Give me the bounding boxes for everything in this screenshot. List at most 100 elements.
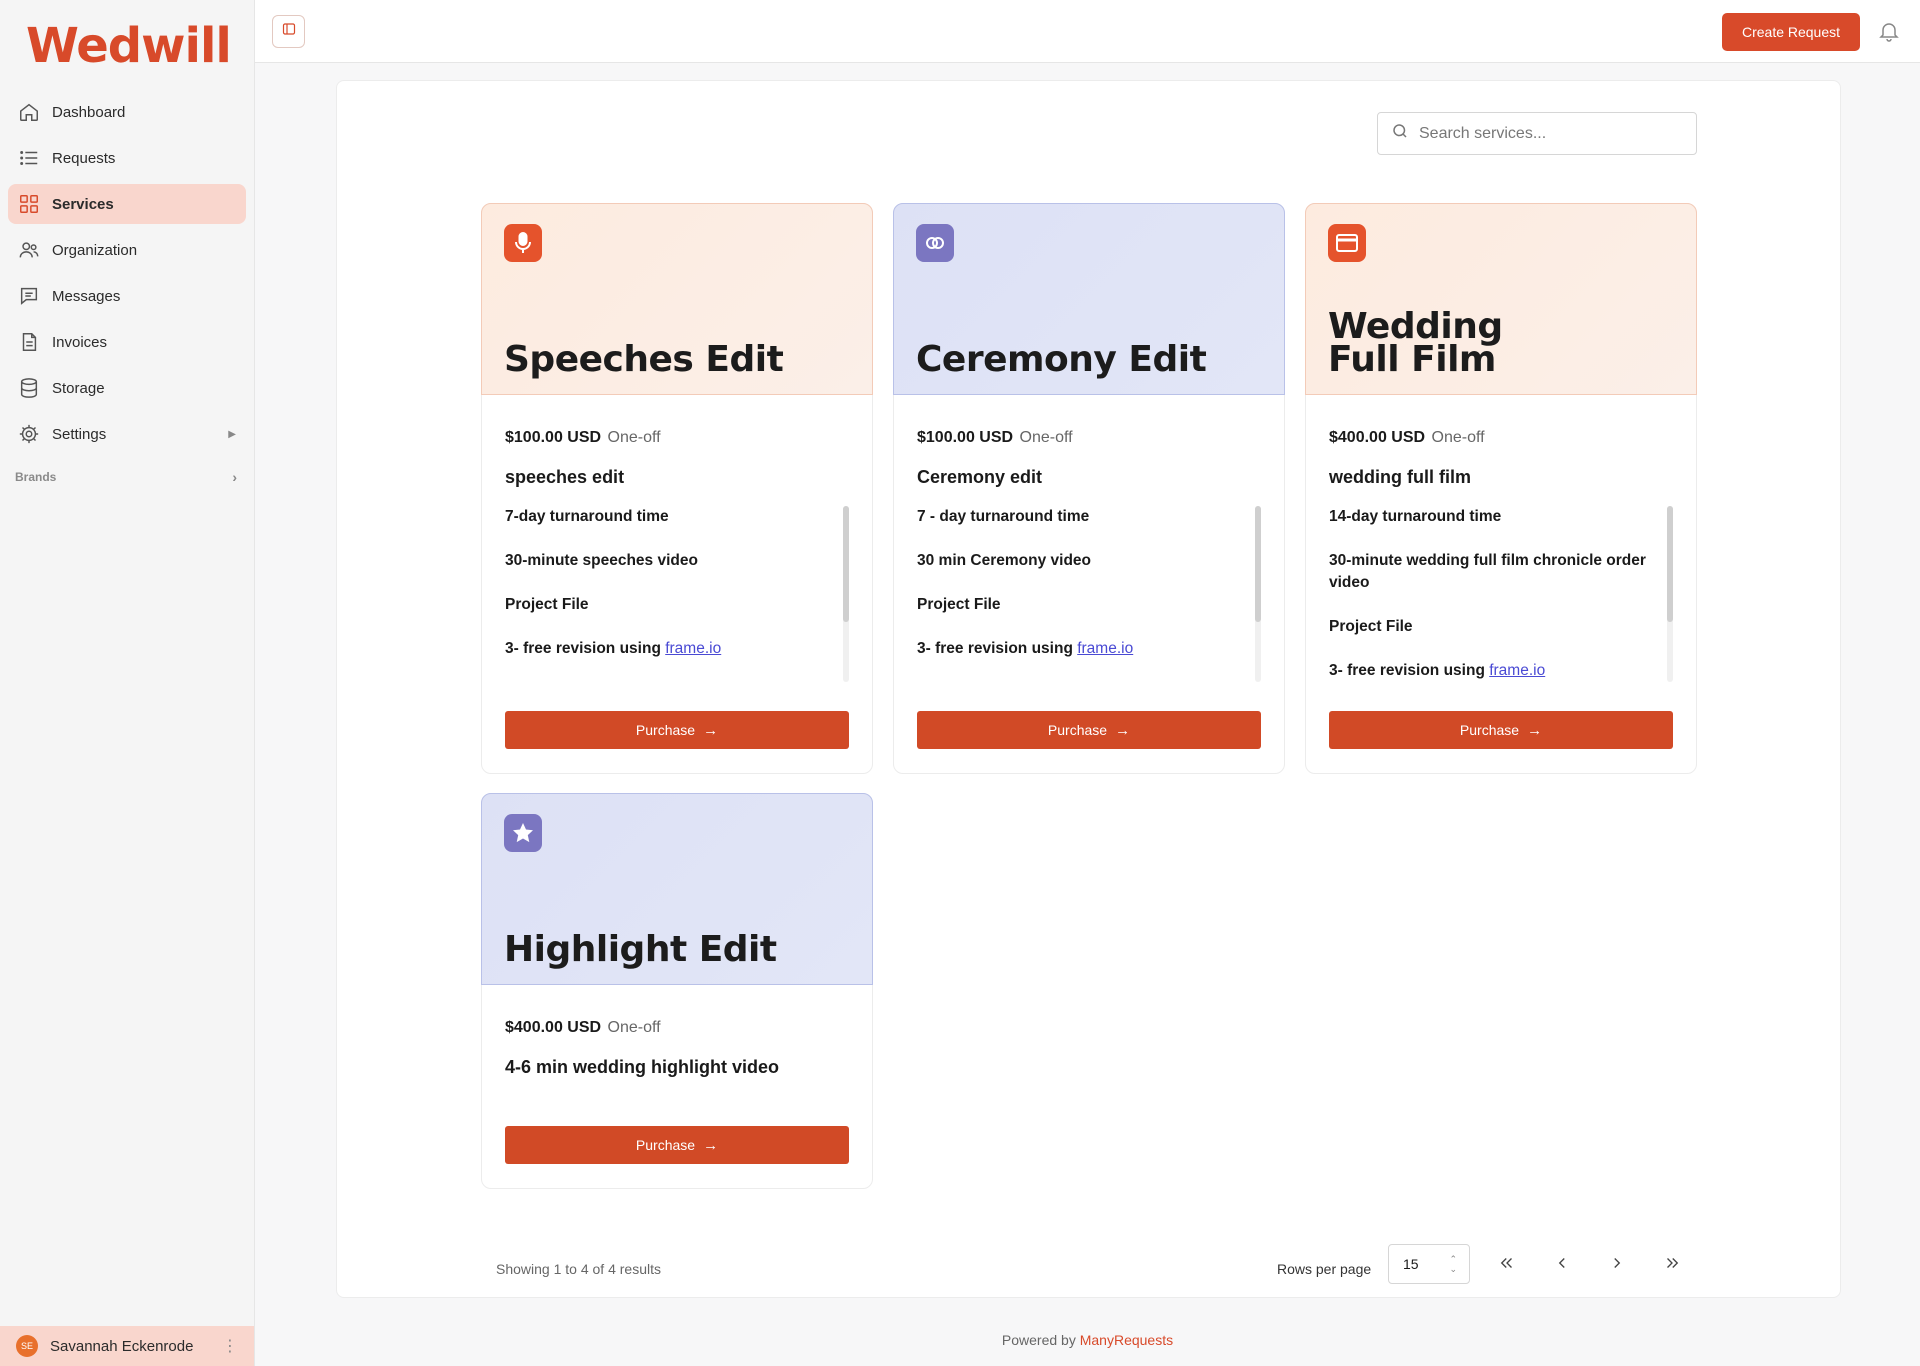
search-box[interactable] xyxy=(1377,112,1697,155)
service-name: speeches edit xyxy=(505,467,625,487)
card-title: Highlight Edit xyxy=(504,929,777,970)
card-body: $400.00 USD One-off 4-6 min wedding high… xyxy=(482,985,872,1078)
feature-item: 30 min Ceremony video xyxy=(917,552,1092,569)
app-logo[interactable]: Wedwill xyxy=(26,18,232,74)
home-icon xyxy=(18,101,40,123)
sidebar-item-dashboard[interactable]: Dashboard xyxy=(8,92,246,132)
card-body: $100.00 USD One-off Ceremony edit 7 - da… xyxy=(894,395,1284,682)
service-name: wedding full film xyxy=(1329,467,1471,487)
brands-section[interactable]: Brands › xyxy=(15,469,237,485)
feature-list[interactable]: 7-day turnaround time 30-minute speeches… xyxy=(505,506,849,682)
feature-item: 3- free revision using frame.io xyxy=(1329,660,1659,682)
feature-item: Project File xyxy=(505,596,589,613)
browser-window-icon xyxy=(1328,224,1366,262)
chevron-left-icon xyxy=(1553,1254,1571,1277)
feature-text: 3- free revision using xyxy=(505,640,666,657)
sidebar-item-label: Storage xyxy=(52,379,105,397)
scrollbar[interactable] xyxy=(843,506,849,682)
sidebar: Wedwill Dashboard Requests Services Orga… xyxy=(0,0,255,1366)
sidebar-item-organization[interactable]: Organization xyxy=(8,230,246,270)
price-amount: $400.00 USD xyxy=(505,1019,602,1036)
sidebar-item-label: Dashboard xyxy=(52,103,126,121)
powered-prefix: Powered by xyxy=(1001,1332,1080,1348)
price-frequency: One-off xyxy=(607,429,661,446)
sidebar-item-invoices[interactable]: Invoices xyxy=(8,322,246,362)
scroll-thumb[interactable] xyxy=(843,506,849,622)
expand-arrow-icon[interactable]: ▶ xyxy=(228,429,236,440)
feature-list[interactable]: 14-day turnaround time 30-minute wedding… xyxy=(1329,506,1673,682)
sidebar-item-storage[interactable]: Storage xyxy=(8,368,246,408)
message-icon xyxy=(18,285,40,307)
powered-by: Powered by ManyRequests xyxy=(0,1332,1920,1348)
purchase-button[interactable]: Purchase → xyxy=(505,1126,849,1164)
sidebar-item-label: Organization xyxy=(52,241,138,259)
services-panel: Speeches Edit $100.00 USD One-off speech… xyxy=(336,80,1841,1298)
card-price: $100.00 USD One-off xyxy=(505,429,849,447)
card-header: Wedding Full Film xyxy=(1305,203,1697,395)
rows-per-page-select[interactable]: 15 ⌃ ⌄ xyxy=(1388,1244,1470,1284)
next-page-button[interactable] xyxy=(1603,1251,1631,1279)
purchase-button[interactable]: Purchase → xyxy=(917,711,1261,749)
create-request-button[interactable]: Create Request xyxy=(1722,13,1860,51)
sidebar-item-services[interactable]: Services xyxy=(8,184,246,224)
price-amount: $400.00 USD xyxy=(1329,429,1426,446)
sidebar-item-label: Settings xyxy=(52,425,107,443)
card-title: Speeches Edit xyxy=(504,339,784,380)
feature-item: 30-minute wedding full film chronicle or… xyxy=(1329,552,1646,591)
scroll-thumb[interactable] xyxy=(1255,506,1261,622)
purchase-button[interactable]: Purchase → xyxy=(1329,711,1673,749)
card-header: Ceremony Edit xyxy=(893,203,1285,395)
price-frequency: One-off xyxy=(1431,429,1485,446)
frameio-link[interactable]: frame.io xyxy=(1077,640,1133,657)
sidebar-nav: Dashboard Requests Services Organization… xyxy=(8,92,246,460)
card-header: Highlight Edit xyxy=(481,793,873,985)
card-header: Speeches Edit xyxy=(481,203,873,395)
previous-page-button[interactable] xyxy=(1548,1251,1576,1279)
chevron-right-icon xyxy=(1608,1254,1626,1277)
purchase-label: Purchase xyxy=(635,722,696,738)
sidebar-item-settings[interactable]: Settings ▶ xyxy=(8,414,246,454)
scrollbar[interactable] xyxy=(1255,506,1261,682)
service-card-speeches: Speeches Edit $100.00 USD One-off speech… xyxy=(481,203,873,774)
service-name: 4-6 min wedding highlight video xyxy=(505,1057,779,1077)
price-frequency: One-off xyxy=(1019,429,1073,446)
card-price: $400.00 USD One-off xyxy=(505,1019,849,1037)
price-amount: $100.00 USD xyxy=(917,429,1014,446)
purchase-button[interactable]: Purchase → xyxy=(505,711,849,749)
scroll-thumb[interactable] xyxy=(1667,506,1673,622)
list-icon xyxy=(18,147,40,169)
sidebar-item-messages[interactable]: Messages xyxy=(8,276,246,316)
sidebar-item-label: Requests xyxy=(52,149,116,167)
price-amount: $100.00 USD xyxy=(505,429,602,446)
feature-item: Project File xyxy=(1329,618,1413,635)
frameio-link[interactable]: frame.io xyxy=(665,640,721,657)
arrow-right-icon: → xyxy=(703,721,719,739)
feature-list[interactable]: 7 - day turnaround time 30 min Ceremony … xyxy=(917,506,1261,682)
rows-per-page-value: 15 xyxy=(1403,1256,1419,1272)
search-input[interactable] xyxy=(1419,124,1679,143)
price-frequency: One-off xyxy=(607,1019,661,1036)
powered-brand-link[interactable]: ManyRequests xyxy=(1080,1332,1173,1348)
feature-item: 3- free revision using frame.io xyxy=(505,638,835,660)
card-price: $100.00 USD One-off xyxy=(917,429,1261,447)
feature-item: 30-minute speeches video xyxy=(505,552,698,569)
frameio-link[interactable]: frame.io xyxy=(1489,662,1545,679)
card-body: $400.00 USD One-off wedding full film 14… xyxy=(1306,395,1696,682)
sidebar-item-label: Invoices xyxy=(52,333,108,351)
sidebar-toggle-button[interactable] xyxy=(272,15,305,48)
service-name: Ceremony edit xyxy=(917,467,1043,487)
last-page-button[interactable] xyxy=(1658,1251,1686,1279)
arrow-right-icon: → xyxy=(703,1136,719,1154)
scrollbar[interactable] xyxy=(1667,506,1673,682)
first-page-button[interactable] xyxy=(1493,1251,1521,1279)
service-card-wedding-full-film: Wedding Full Film $400.00 USD One-off we… xyxy=(1305,203,1697,774)
arrow-right-icon: → xyxy=(1527,721,1543,739)
sidebar-item-requests[interactable]: Requests xyxy=(8,138,246,178)
brands-label: Brands xyxy=(15,470,57,484)
feature-item: 14-day turnaround time xyxy=(1329,508,1502,525)
chevron-right-icon[interactable]: › xyxy=(232,469,237,485)
bell-icon[interactable] xyxy=(1877,19,1901,43)
results-count: Showing 1 to 4 of 4 results xyxy=(496,1261,661,1277)
service-card-ceremony: Ceremony Edit $100.00 USD One-off Ceremo… xyxy=(893,203,1285,774)
arrow-right-icon: → xyxy=(1115,721,1131,739)
